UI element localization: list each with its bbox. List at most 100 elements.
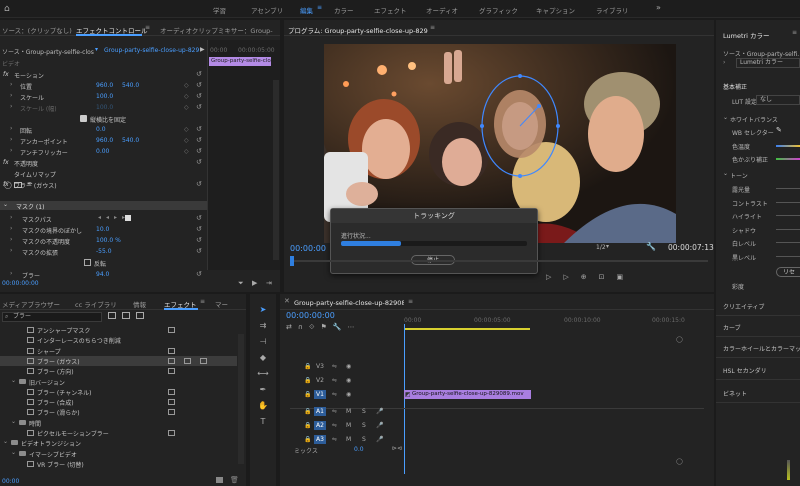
reset-icon[interactable]: ↺ xyxy=(196,214,202,222)
hand-tool-icon[interactable]: ✋ xyxy=(256,398,270,412)
scroll-handle-icon[interactable]: ◯ xyxy=(676,336,683,343)
chevron-down-icon[interactable]: ▾ xyxy=(95,46,98,53)
keyframe-icon[interactable]: ◇ xyxy=(184,93,189,100)
reset-icon[interactable]: ↺ xyxy=(196,125,202,133)
mute-icon[interactable]: M xyxy=(346,408,351,415)
timeline-ruler[interactable]: 00:00 00:00:05:00 00:00:10:00 00:00:15:0 xyxy=(404,313,704,331)
play-only-icon[interactable]: ▶ xyxy=(252,279,257,287)
workspace-tab[interactable]: エフェクト xyxy=(374,5,407,15)
tab-media-browser[interactable]: メディアブラウザー xyxy=(2,299,60,309)
reset-icon[interactable]: ↺ xyxy=(196,136,202,144)
list-item[interactable]: ブラー (方向) xyxy=(0,366,237,376)
lock-icon[interactable]: 🔒 xyxy=(304,363,311,370)
effect-row[interactable]: › スケール (幅) 100.0 ↺ ◇ xyxy=(0,103,207,113)
solo-icon[interactable]: S xyxy=(362,436,366,443)
reset-icon[interactable]: ↺ xyxy=(196,70,202,78)
transport-controls[interactable]: ▷▷⊕⊡▣ xyxy=(546,273,635,281)
effect-row[interactable]: › アンカーポイント 960.0 540.0 ↺ ◇ xyxy=(0,136,207,146)
fx-icon[interactable]: fx xyxy=(3,71,9,78)
lumetri-source[interactable]: ソース・Group-party-selfi... xyxy=(723,49,799,58)
lumetri-section[interactable]: カラーホイールとカラーマッチ xyxy=(723,344,800,353)
lock-icon[interactable]: 🔒 xyxy=(304,408,311,415)
workspace-tab[interactable]: オーディオ xyxy=(426,5,458,15)
lumetri-section[interactable]: HSL セカンダリ xyxy=(723,366,800,375)
keyframe-icon[interactable]: ◇ xyxy=(184,104,189,111)
keyframe-icon[interactable]: ◇ xyxy=(184,148,189,155)
tone-slider[interactable] xyxy=(776,215,800,217)
expand-arrow-icon[interactable]: › xyxy=(10,81,12,88)
selection-tool-icon[interactable]: ➤ xyxy=(256,302,270,316)
expand-arrow-icon[interactable]: › xyxy=(10,270,12,277)
timeline-tab[interactable]: Group-party-selfie-close-up-829089 xyxy=(294,299,404,307)
mask-property-value[interactable]: 100.0 % xyxy=(96,237,121,244)
sync-lock-icon[interactable]: ⇋ xyxy=(332,408,337,415)
type-tool-icon[interactable]: T xyxy=(256,414,270,428)
panel-menu-icon[interactable]: ≡ xyxy=(145,24,150,31)
workspace-tab[interactable]: 編集 xyxy=(300,5,313,15)
filter-icon[interactable]: ⏷ xyxy=(238,279,244,288)
microphone-icon[interactable]: 🎤 xyxy=(376,408,383,415)
lumetri-section[interactable]: カーブ xyxy=(723,323,800,332)
panel-menu-icon[interactable]: ≡ xyxy=(200,298,205,305)
reset-icon[interactable]: ↺ xyxy=(196,147,202,155)
list-item[interactable]: インターレースのちらつき削減 xyxy=(0,335,237,345)
track-label[interactable]: A3 xyxy=(314,435,326,444)
effect-row[interactable]: › 回転 0.0 ↺ ◇ xyxy=(0,125,207,135)
chevron-down-icon[interactable]: ⌄ xyxy=(3,438,8,445)
tint-slider[interactable] xyxy=(776,158,800,160)
track-label[interactable]: V1 xyxy=(314,390,326,399)
play-icon[interactable]: ▶ xyxy=(200,46,205,53)
scrollbar[interactable] xyxy=(238,334,244,464)
reset-icon[interactable]: ↺ xyxy=(196,92,202,100)
tone-slider[interactable] xyxy=(776,201,800,203)
solo-icon[interactable]: S xyxy=(362,408,366,415)
tab-cc-libraries[interactable]: cc ライブラリ xyxy=(75,299,117,309)
panel-menu-icon[interactable]: ≡ xyxy=(408,298,413,305)
playhead[interactable] xyxy=(290,256,294,266)
expand-arrow-icon[interactable]: › xyxy=(10,247,12,254)
ripple-edit-tool-icon[interactable]: ⊣ xyxy=(256,334,270,348)
expand-arrow-icon[interactable]: › xyxy=(10,214,12,221)
fx-icon[interactable]: fx xyxy=(3,181,9,188)
mask-property-row[interactable]: › マスクの不透明度 100.0 % ↺ xyxy=(0,236,207,246)
expand-arrow-icon[interactable]: › xyxy=(10,147,12,154)
effect-value[interactable]: 100.0 xyxy=(96,104,113,111)
reset-icon[interactable]: ↺ xyxy=(196,81,202,89)
white-balance[interactable]: ホワイトバランス xyxy=(730,115,778,124)
close-icon[interactable]: ✕ xyxy=(284,297,290,305)
timeline-timecode[interactable]: 00:00:00:00 xyxy=(286,311,335,320)
lumetri-section[interactable]: クリエイティブ xyxy=(723,302,800,311)
new-bin-icon[interactable] xyxy=(216,477,223,483)
effect-row[interactable]: › スケール 100.0 ↺ ◇ xyxy=(0,92,207,102)
expand-arrow-icon[interactable]: › xyxy=(10,236,12,243)
list-item[interactable]: ブラー (合成) xyxy=(0,397,237,407)
mask-property-value[interactable]: -55.0 xyxy=(96,248,112,255)
eyedropper-icon[interactable]: ✎ xyxy=(776,126,782,134)
slip-tool-icon[interactable]: ⟷ xyxy=(256,366,270,380)
zoom-level[interactable]: 1/2 xyxy=(596,244,606,251)
reset-icon[interactable]: ↺ xyxy=(196,158,202,166)
tone-slider[interactable] xyxy=(776,242,800,244)
list-item[interactable]: ブラー (チャンネル) xyxy=(0,387,237,397)
chevron-down-icon[interactable]: ⌄ xyxy=(723,170,728,177)
workspace-tab[interactable]: 学習 xyxy=(213,5,226,15)
track-label[interactable]: V2 xyxy=(314,376,326,385)
mix-value[interactable]: 0.0 xyxy=(354,446,364,453)
effect-row[interactable]: タイムリマップ xyxy=(0,169,207,179)
effect-value[interactable]: 540.0 xyxy=(122,82,139,89)
pen-tool-icon[interactable]: ✒ xyxy=(256,382,270,396)
lock-icon[interactable]: 🔒 xyxy=(304,436,311,443)
track-select-tool-icon[interactable]: ⇉ xyxy=(256,318,270,332)
timeline-clip[interactable]: Group-party-selfie-close-up-829089.mov xyxy=(404,390,531,399)
panel-menu-icon[interactable]: ≡ xyxy=(430,24,435,31)
lock-icon[interactable]: 🔒 xyxy=(304,422,311,429)
expand-arrow-icon[interactable]: › xyxy=(10,225,12,232)
chevron-down-icon[interactable]: ⌄ xyxy=(11,449,16,456)
lumetri-title[interactable]: Lumetri カラー xyxy=(723,30,770,40)
mask-property-value[interactable]: 94.0 xyxy=(96,271,109,278)
list-item[interactable]: VR ブラー (切替) xyxy=(0,459,237,469)
lock-icon[interactable]: 🔒 xyxy=(304,377,311,384)
lock-icon[interactable]: 🔒 xyxy=(304,391,311,398)
source-label[interactable]: ソース・Group-party-selfie-close-u... xyxy=(2,47,94,56)
sync-lock-icon[interactable]: ⇋ xyxy=(332,377,337,384)
